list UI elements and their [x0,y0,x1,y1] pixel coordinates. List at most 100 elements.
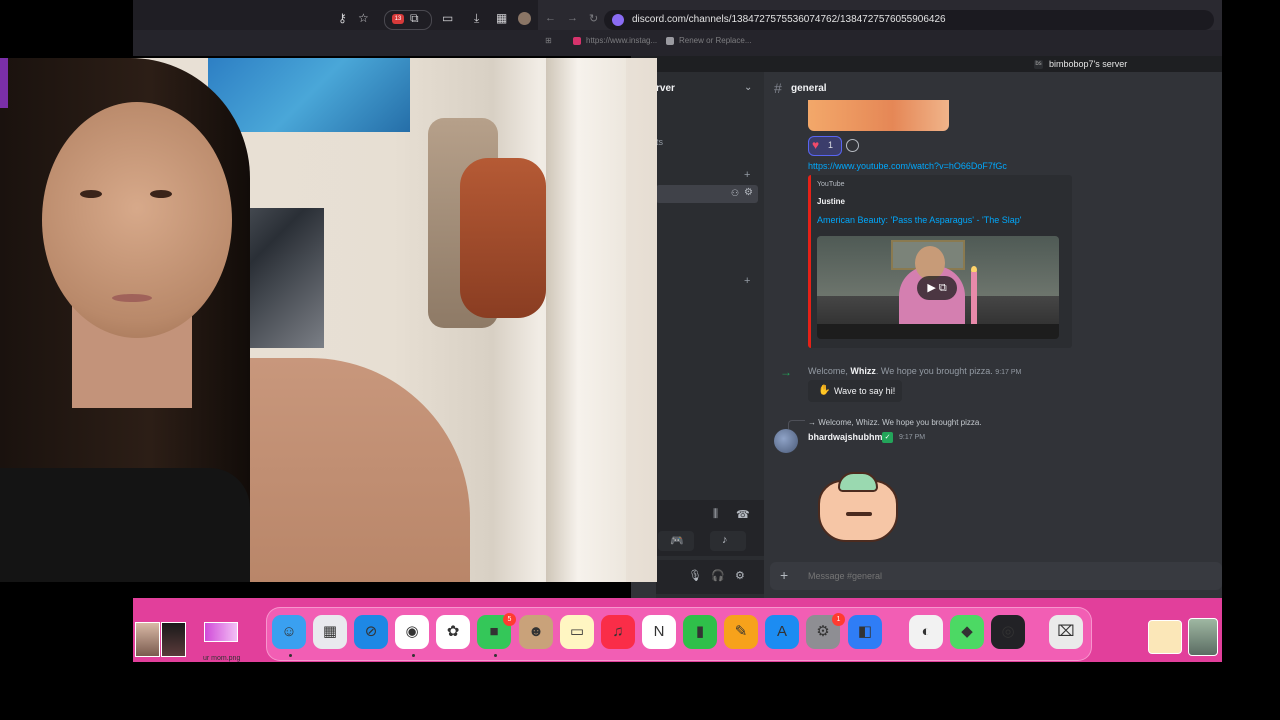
dock-roblox-icon[interactable]: ◧ [848,615,882,649]
add-channel-icon[interactable]: + [744,169,750,181]
instagram-icon [573,37,581,45]
dock-contacts-icon[interactable]: ☻ [519,615,553,649]
webcam-eye-right [150,190,172,198]
dock-trash-icon[interactable]: ⌧ [1049,615,1083,649]
dock-chrome-icon[interactable]: ◉ [395,615,429,649]
message-input[interactable] [808,571,1208,581]
file-label[interactable]: ur mom.png [203,655,240,662]
running-indicator [412,654,415,657]
dock-launchpad-icon[interactable]: ▦ [313,615,347,649]
dock-obs-icon[interactable]: ◎ [991,615,1025,649]
headphones-icon[interactable]: 🎧 [711,569,725,582]
reply-connector [788,420,805,429]
reply-quote[interactable]: → Welcome, Whizz. We hope you brought pi… [808,418,982,427]
avatar[interactable] [774,429,798,453]
welcome-timestamp: 9:17 PM [995,369,1022,376]
file-thumbnail[interactable] [204,622,238,642]
reload-icon[interactable]: ↻ [589,12,598,25]
back-icon[interactable]: ← [545,12,556,24]
welcome-username[interactable]: Whizz [850,366,876,376]
site-info-icon[interactable] [612,14,624,26]
user-settings-icon[interactable]: ⚙ [735,569,745,582]
dock-photos-icon[interactable]: ✿ [436,615,470,649]
add-attachment-icon[interactable]: + [780,567,788,583]
add-reaction-icon[interactable] [846,139,859,152]
address-bar[interactable]: discord.com/channels/1384727575536074762… [604,10,1214,30]
voice-activity-icon[interactable]: ⫼ [713,508,718,521]
dock-pie-app-icon[interactable]: ◐ [909,615,943,649]
channel-header [770,78,1222,100]
webcam-door [546,58,626,582]
sidebar-item-partial[interactable]: ts [656,137,663,147]
gamepad-icon: 🎮 [670,535,684,547]
video-scene-table [817,324,1059,339]
attachment-image[interactable] [808,100,949,131]
dock-badge: 5 [503,613,516,626]
video-scene-head [915,246,945,280]
youtube-link[interactable]: https://www.youtube.com/watch?v=hO66DoF7… [808,161,1007,171]
video-thumbnail[interactable]: ▶ ⧉ [817,236,1059,339]
profile-avatar[interactable] [518,12,531,25]
extension-badge[interactable]: 13 [392,14,404,24]
welcome-message: Welcome, Whizz. We hope you brought pizz… [808,366,1021,376]
soundboard-icon: ♪ [722,534,728,546]
sidebar-item-selected[interactable] [656,185,758,203]
dock-music-icon[interactable]: ♫ [601,615,635,649]
password-key-icon[interactable]: ⚷ [338,11,347,25]
forward-icon[interactable]: → [567,12,578,24]
wave-button-label: Wave to say hi! [834,386,896,396]
embed-author[interactable]: Justine [817,197,845,206]
download-icon[interactable]: ⤓ [474,11,479,26]
embed-provider: YouTube [817,181,845,188]
role-badge-icon: ✓ [882,432,893,443]
chevron-down-icon[interactable]: ⌄ [744,82,752,93]
apps-grid-icon[interactable]: ⊞ [545,36,552,45]
message-username[interactable]: bhardwajshubhm [808,432,883,442]
sticker-image[interactable] [816,470,900,542]
channel-name: general [791,83,827,94]
bookmark-instagram[interactable]: https://www.instag... [586,36,657,45]
gear-icon[interactable]: ⚙ [744,187,753,198]
bookmarks-bar-left [133,30,538,56]
dock-pages-icon[interactable]: ✎ [724,615,758,649]
address-text: discord.com/channels/1384727575536074762… [632,14,946,25]
recent-thumbnail-1[interactable] [135,622,160,657]
bookmark-star-icon[interactable]: ☆ [358,11,369,25]
dock-numbers-icon[interactable]: ▮ [683,615,717,649]
dock-app-store-icon[interactable]: A [765,615,799,649]
bookmark-renew[interactable]: Renew or Replace... [679,36,751,45]
dock-safari-icon[interactable]: ⊘ [354,615,388,649]
extensions-icon[interactable]: ⧉ [410,11,419,26]
heart-icon: ♥ [812,138,820,152]
microphone-icon[interactable]: 🎙 [688,569,702,582]
dock-stack-2[interactable] [1188,618,1218,656]
webcam-edge-purple [0,58,8,108]
soundboard-button[interactable] [710,531,746,551]
reaction-count: 1 [828,140,834,150]
renew-icon [666,37,674,45]
webcam-person-top [0,468,250,582]
dock-maps-icon[interactable]: ◆ [950,615,984,649]
dock-badge: 1 [832,613,845,626]
running-indicator [494,654,497,657]
sidepanel-icon[interactable]: ▭ [442,11,453,25]
server-icon: bs [1034,60,1043,69]
dock-notes-icon[interactable]: ▭ [560,615,594,649]
play-icon[interactable]: ▶ ⧉ [917,276,957,300]
webcam-painting-blue [208,58,410,132]
message-timestamp: 9:17 PM [899,434,926,441]
server-title-bar [631,56,1222,72]
tab-search-icon[interactable]: ▦ [496,11,507,25]
disconnect-icon[interactable]: ☎ [736,508,750,521]
dock-finder-icon[interactable]: ☺ [272,615,306,649]
server-title: bimbobop7's server [1049,59,1128,69]
video-scene-candle [971,272,977,332]
webcam-mouth [112,294,152,302]
server-name-header[interactable]: rver [656,83,675,94]
dock-stack-1[interactable] [1148,620,1182,654]
add-voice-channel-icon[interactable]: + [744,275,750,287]
embed-title[interactable]: American Beauty: 'Pass the Asparagus' - … [817,215,1021,225]
dock-news-icon[interactable]: N [642,615,676,649]
recent-thumbnail-2[interactable] [161,622,186,657]
invite-icon[interactable]: ⚇ [731,188,739,199]
